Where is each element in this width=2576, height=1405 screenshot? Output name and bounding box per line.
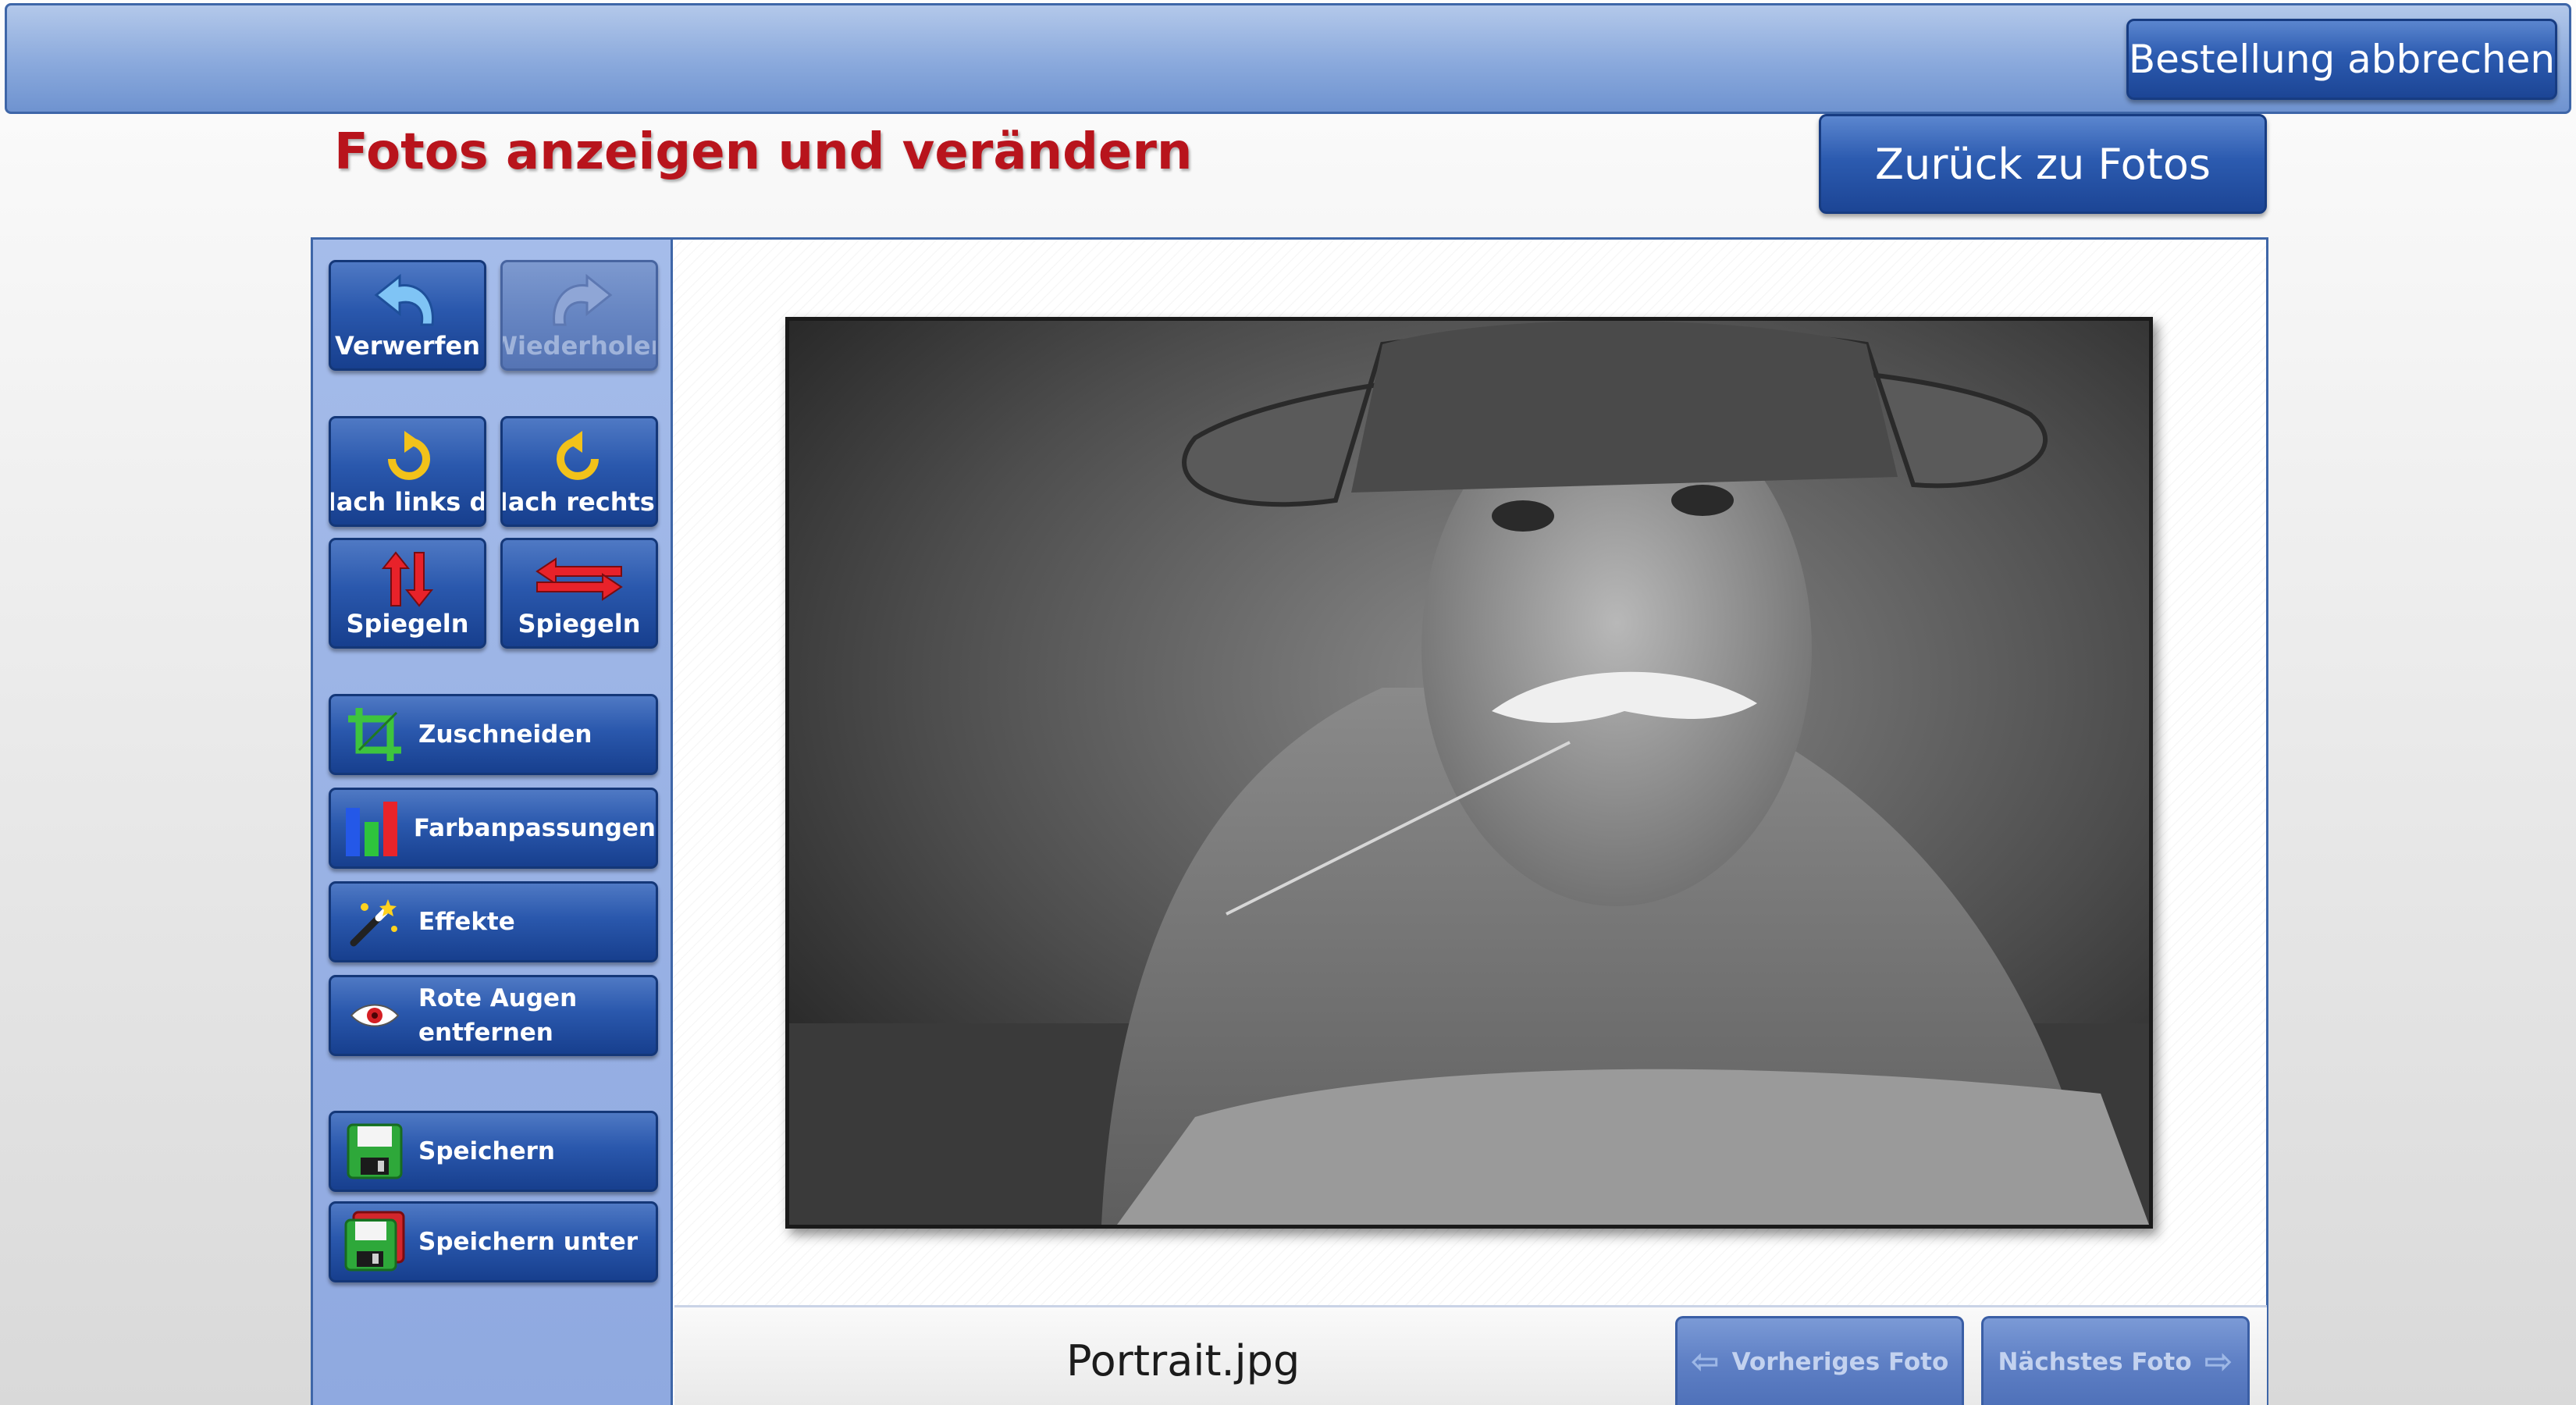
photo-file-name: Portrait.jpg — [1066, 1336, 1300, 1385]
color-adjustments-label: Farbanpassungen — [413, 814, 656, 842]
floppy-disk-icon — [331, 1113, 418, 1190]
rotate-right-icon — [503, 426, 656, 489]
next-photo-button[interactable]: Nächstes Foto ⇨ — [1981, 1316, 2250, 1405]
rotate-right-button[interactable]: Nach rechts drehen — [500, 416, 658, 527]
undo-arrow-icon — [331, 270, 484, 333]
portrait-photo-image — [789, 321, 2149, 1225]
rotate-left-button[interactable]: Nach links drehen — [329, 416, 486, 527]
save-as-button[interactable]: Speichern unter — [329, 1201, 658, 1282]
magic-wand-icon — [331, 884, 418, 960]
previous-photo-label: Vorheriges Foto — [1731, 1347, 1949, 1376]
flip-horizontal-icon — [503, 548, 656, 610]
flip-vertical-icon — [331, 548, 484, 610]
save-as-label: Speichern unter — [418, 1228, 639, 1256]
undo-label: Verwerfen — [335, 331, 480, 361]
redo-button[interactable]: Wiederholen — [500, 260, 658, 371]
undo-button[interactable]: Verwerfen — [329, 260, 486, 371]
back-to-photos-button[interactable]: Zurück zu Fotos — [1819, 114, 2267, 214]
save-button[interactable]: Speichern — [329, 1111, 658, 1192]
rotate-left-label: Nach links drehen — [331, 487, 486, 517]
redo-label: Wiederholen — [503, 331, 656, 361]
crop-button[interactable]: Zuschneiden — [329, 694, 658, 775]
save-label: Speichern — [418, 1137, 555, 1165]
previous-photo-button[interactable]: ⇦ Vorheriges Foto — [1675, 1316, 1964, 1405]
rotate-left-icon — [331, 426, 484, 489]
floppy-disk-stack-icon — [331, 1204, 418, 1280]
flip-vertical-label: Spiegeln — [346, 609, 469, 638]
effects-button[interactable]: Effekte — [329, 881, 658, 962]
page-title: Fotos anzeigen und verändern — [334, 123, 1193, 181]
flip-vertical-button[interactable]: Spiegeln — [329, 538, 486, 649]
tool-sidebar: Verwerfen Wiederholen Nach links drehen … — [311, 237, 673, 1405]
flip-horizontal-label: Spiegeln — [518, 609, 641, 638]
arrow-right-icon: ⇨ — [2204, 1342, 2233, 1382]
bar-chart-icon — [331, 790, 414, 866]
crop-icon — [331, 696, 418, 773]
color-adjustments-button[interactable]: Farbanpassungen — [329, 788, 658, 869]
eye-icon — [331, 977, 418, 1054]
rotate-right-label: Nach rechts drehen — [503, 487, 656, 517]
cancel-order-button[interactable]: Bestellung abbrechen — [2126, 19, 2557, 100]
red-eye-label: Rote Augen entfernen — [418, 984, 578, 1047]
photo-preview — [785, 317, 2153, 1229]
flip-horizontal-button[interactable]: Spiegeln — [500, 538, 658, 649]
effects-label: Effekte — [418, 908, 515, 936]
crop-label: Zuschneiden — [418, 720, 592, 749]
red-eye-button[interactable]: Rote Augen entfernen — [329, 975, 658, 1056]
next-photo-label: Nächstes Foto — [1998, 1347, 2192, 1376]
redo-arrow-icon — [503, 270, 656, 333]
arrow-left-icon: ⇦ — [1690, 1342, 1720, 1382]
